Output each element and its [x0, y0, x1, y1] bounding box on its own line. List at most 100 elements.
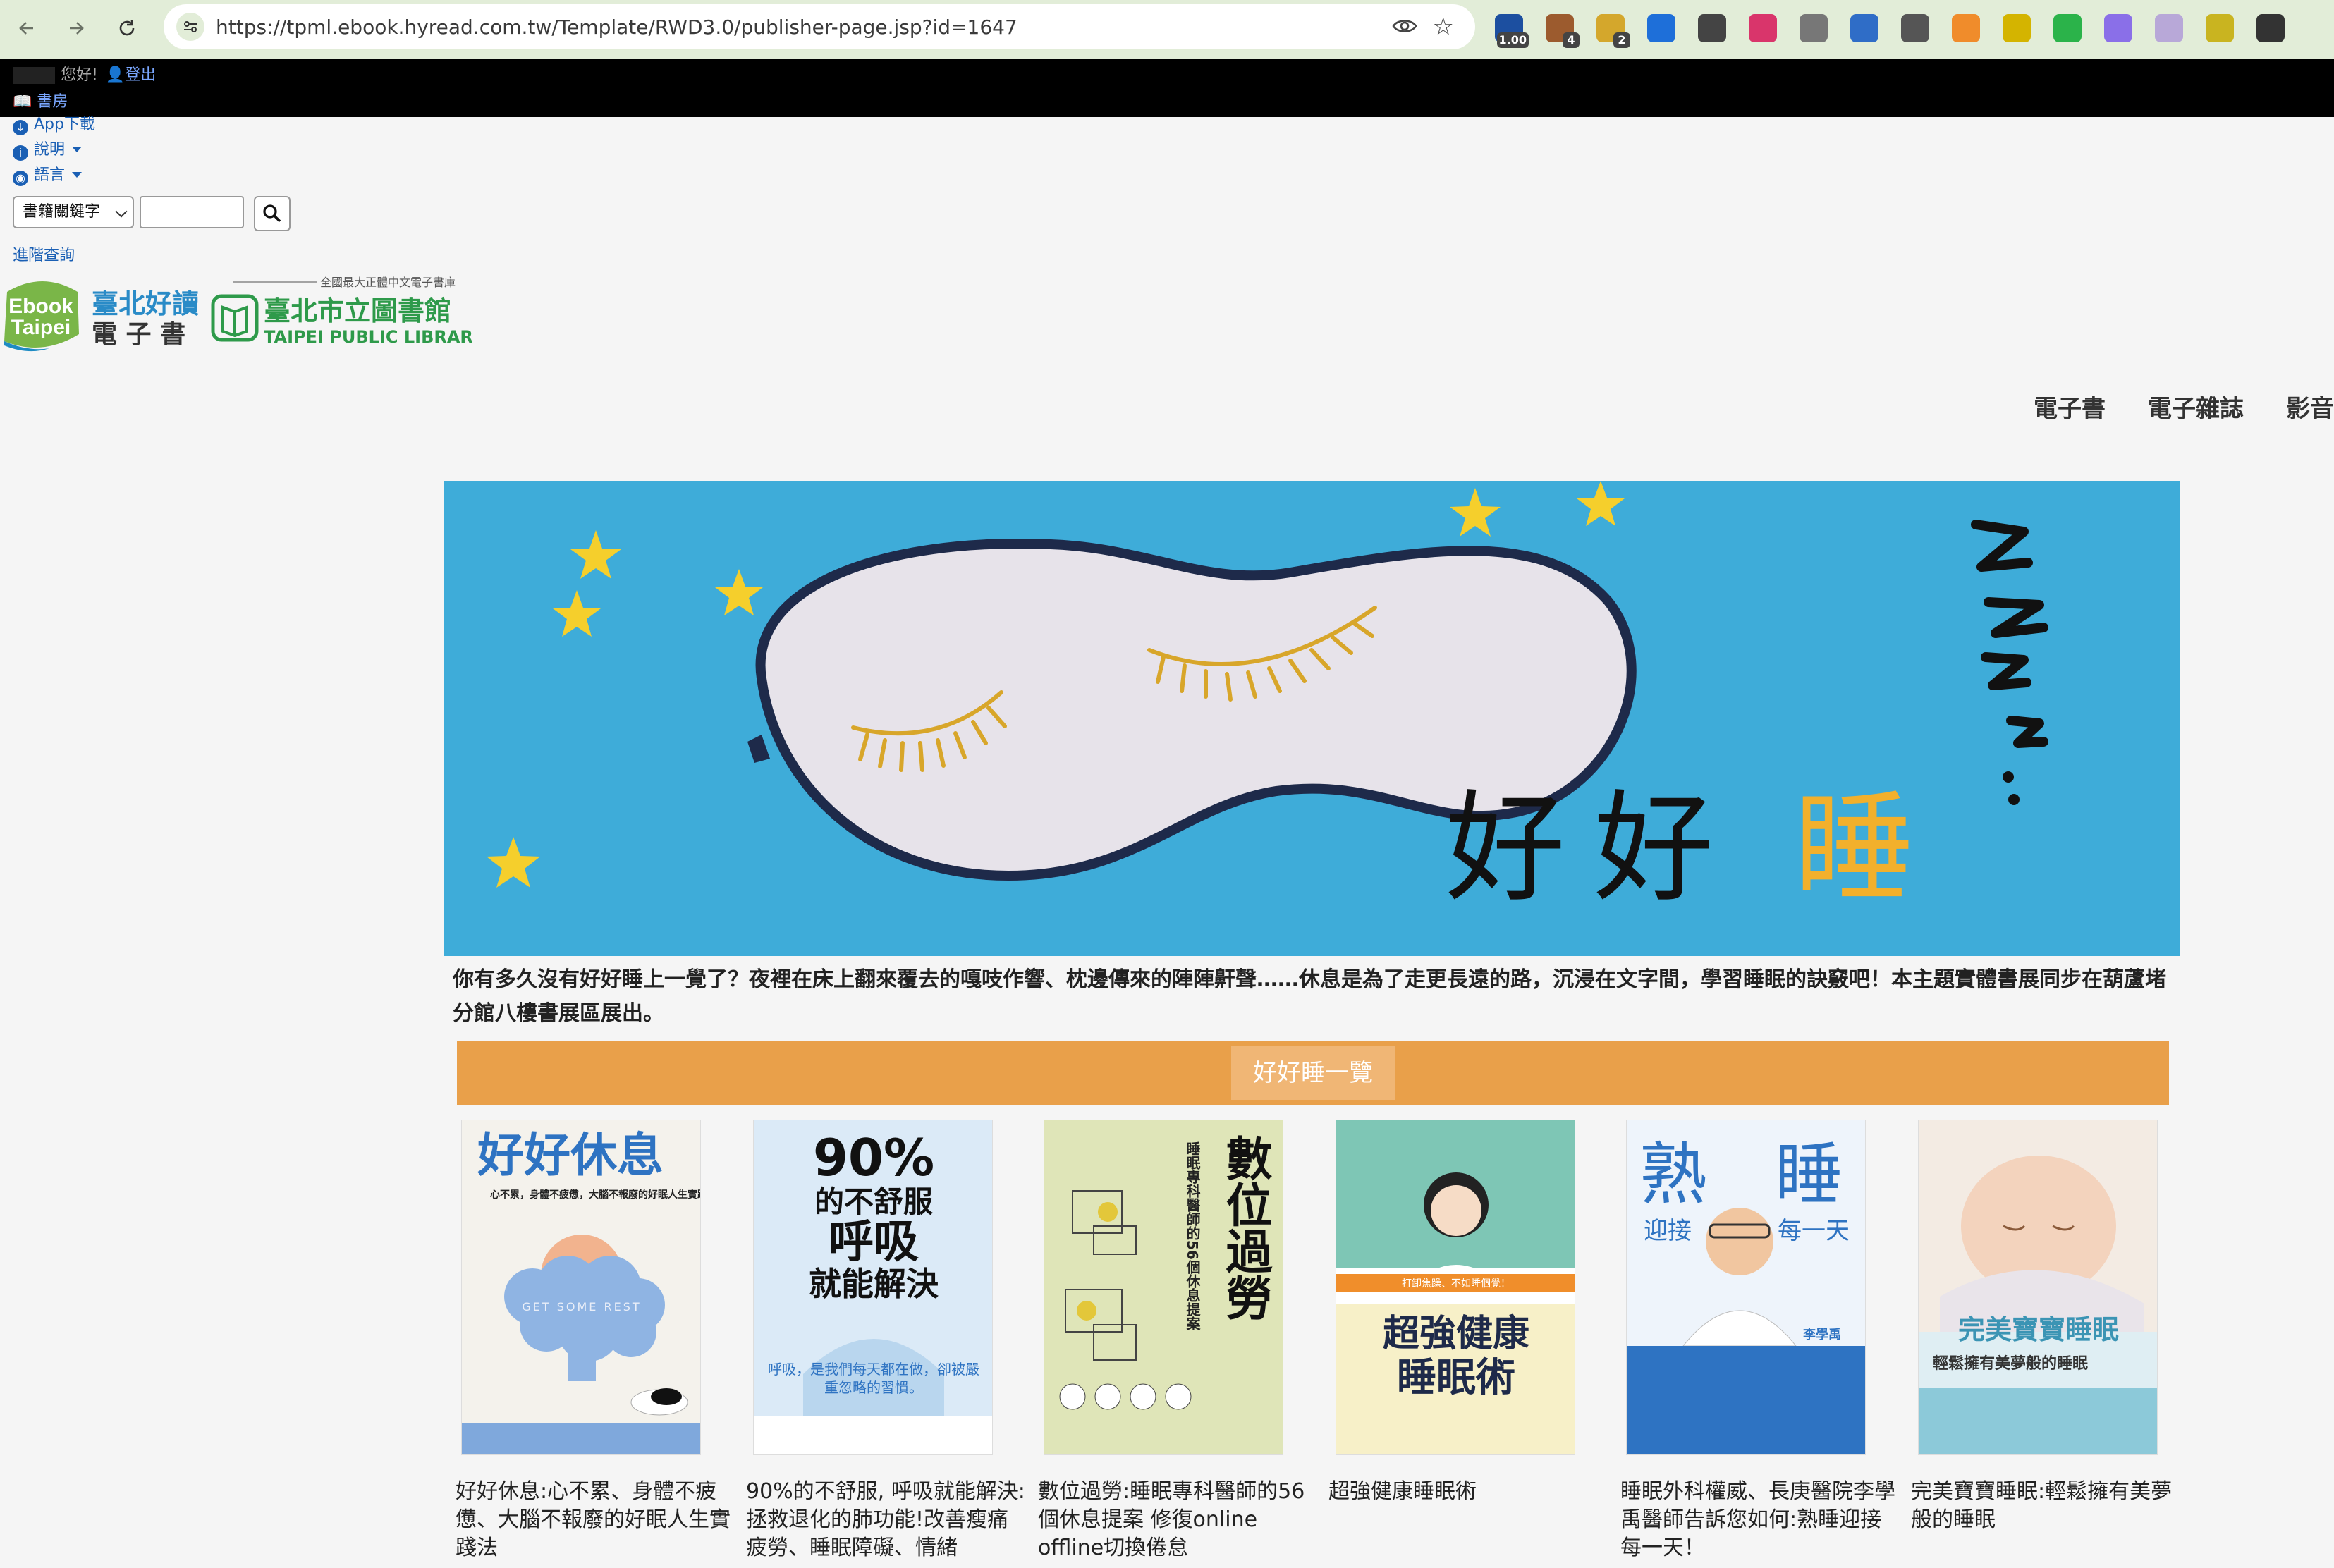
- site-settings-icon[interactable]: [176, 13, 204, 41]
- search-icon: [263, 204, 281, 223]
- svg-text:Taipei: Taipei: [11, 316, 71, 339]
- chevron-down-icon: [115, 205, 128, 218]
- theme-description: 你有多久沒有好好睡上一覺了？夜裡在床上翻來覆去的嘎吱作響、枕邊傳來的陣陣鼾聲………: [453, 967, 2166, 1026]
- zzz-icon: [1971, 520, 2048, 748]
- star-icon: [570, 530, 621, 579]
- extension-badge: 4: [1563, 32, 1580, 48]
- forward-icon[interactable]: [61, 13, 92, 44]
- star-icon: [487, 837, 540, 888]
- extension-badge: 2: [1613, 32, 1630, 48]
- svg-text:迎接: 迎接: [1644, 1217, 1692, 1245]
- language-dropdown[interactable]: ◉ 語言: [13, 162, 83, 186]
- translate-icon[interactable]: [1749, 14, 1777, 42]
- svg-text:輕鬆擁有美夢般的睡眠: 輕鬆擁有美夢般的睡眠: [1933, 1354, 2088, 1373]
- book-cover-5[interactable]: 熟 睡 迎接 每一天 李學禹: [1626, 1120, 1866, 1455]
- svg-text:90%: 90%: [813, 1128, 934, 1187]
- svg-text:李學禹: 李學禹: [1802, 1328, 1841, 1342]
- copy-icon[interactable]: [1901, 14, 1929, 42]
- book-title-6[interactable]: 完美寶寶睡眠:輕鬆擁有美夢般的睡眠: [1911, 1478, 2193, 1534]
- search-input[interactable]: [140, 196, 244, 228]
- video-speed-icon[interactable]: 1.00: [1495, 14, 1529, 48]
- caret-down-icon: [72, 172, 83, 178]
- browser-toolbar: https://tpml.ebook.hyread.com.tw/Templat…: [0, 0, 2334, 59]
- svg-text:臺北市立圖書館: 臺北市立圖書館: [264, 295, 451, 326]
- markdown-icon[interactable]: [1698, 14, 1726, 42]
- svg-text:熟: 熟: [1639, 1135, 1707, 1214]
- book-title-1[interactable]: 好好休息:心不累、身體不疲憊、大腦不報廢的好眠人生實踐法: [456, 1478, 738, 1562]
- star-icon: [1577, 481, 1625, 526]
- nav-item-0[interactable]: 電子書: [2034, 389, 2106, 424]
- info-icon: i: [13, 145, 28, 161]
- theme-banner: 好好 睡: [444, 481, 2180, 956]
- tray-icon[interactable]: [2206, 14, 2234, 42]
- svg-text:呼吸: 呼吸: [829, 1216, 919, 1268]
- bookshelf-link[interactable]: 📖 書房: [13, 89, 68, 111]
- globe-icon: ◉: [13, 171, 28, 186]
- download-icon[interactable]: [1647, 14, 1675, 42]
- advanced-search-link[interactable]: 進階查詢: [13, 243, 75, 265]
- svg-text:好好: 好好: [1446, 779, 1742, 919]
- star-icon: [553, 590, 601, 637]
- book-title-3[interactable]: 數位過勞:睡眠專科醫師的56個休息提案 修復online offline切換倦怠: [1038, 1478, 1320, 1562]
- book-cover-3[interactable]: 數位過勞 睡眠專科醫師的56個休息提案: [1044, 1120, 1283, 1455]
- svg-text:每一天: 每一天: [1778, 1217, 1850, 1245]
- svg-text:睡眠術: 睡眠術: [1397, 1355, 1515, 1401]
- top-bar: 您好! 👤登出 📖 書房: [0, 59, 2334, 117]
- svg-text:完美寶寶睡眠: 完美寶寶睡眠: [1958, 1313, 2119, 1345]
- library-logo[interactable]: 全國最大正體中文電子書庫 臺北好讀 電 子 書 臺北市立圖書館 TAIPEI P…: [92, 275, 472, 353]
- grammar-icon[interactable]: [2053, 14, 2082, 42]
- book-cover-6[interactable]: 完美寶寶睡眠 輕鬆擁有美夢般的睡眠: [1918, 1120, 2158, 1455]
- book-cover-2[interactable]: 90% 的不舒服 呼吸 就能解決 呼吸，是我們每天都在做，卻被嚴重忽略的習慣。: [753, 1120, 993, 1455]
- n-extension-icon[interactable]: [2003, 14, 2031, 42]
- ebook-taipei-logo[interactable]: Ebook Taipei: [0, 278, 83, 355]
- eye-icon[interactable]: [1392, 16, 1417, 39]
- svg-text:電 子 書: 電 子 書: [92, 320, 185, 349]
- book-title-2[interactable]: 90%的不舒服, 呼吸就能解決:拯救退化的肺功能!改善瘦痛疲勞、睡眠障礙、情緒: [746, 1478, 1028, 1562]
- back-icon[interactable]: [11, 13, 42, 44]
- app-download-link[interactable]: ↓ App下載: [13, 111, 95, 135]
- book-cover-4[interactable]: 打卸焦躁、不如睡個覺！ 超強健康 睡眠術: [1336, 1120, 1575, 1455]
- address-bar[interactable]: https://tpml.ebook.hyread.com.tw/Templat…: [164, 4, 1475, 49]
- tab-folder-icon[interactable]: 2: [1596, 14, 1630, 48]
- layers-icon[interactable]: [1800, 14, 1828, 42]
- svg-text:全國最大正體中文電子書庫: 全國最大正體中文電子書庫: [320, 276, 456, 289]
- svg-text:睡眠專科醫師的56個休息提案: 睡眠專科醫師的56個休息提案: [1184, 1141, 1201, 1330]
- book-title-4[interactable]: 超強健康睡眠術: [1328, 1478, 1611, 1506]
- search-q-icon[interactable]: [1952, 14, 1980, 42]
- nav-item-1[interactable]: 電子雜誌: [2148, 389, 2244, 424]
- svg-text:睡: 睡: [1775, 1135, 1843, 1214]
- document-icon[interactable]: [1850, 14, 1878, 42]
- svg-text:好好休息: 好好休息: [477, 1128, 664, 1182]
- book-title-5[interactable]: 睡眠外科權威、長庚醫院李學禹醫師告訴您如何:熟睡迎接每一天！: [1620, 1478, 1902, 1562]
- star-icon: [1450, 488, 1501, 537]
- svg-text:的不舒服: 的不舒服: [814, 1184, 933, 1219]
- svg-text:心不累，身體不疲憊，大腦不報廢的好眠人生實踐法: 心不累，身體不疲憊，大腦不報廢的好眠人生實踐法: [490, 1189, 701, 1201]
- shield-icon[interactable]: [2155, 14, 2183, 42]
- section-title: 好好睡一覽: [1231, 1046, 1395, 1100]
- username-redacted: [13, 67, 55, 84]
- book-cover-1[interactable]: 好好休息 心不累，身體不疲憊，大腦不報廢的好眠人生實踐法 GET SOME RE…: [461, 1120, 701, 1455]
- bookmark-star-icon[interactable]: ☆: [1433, 13, 1454, 41]
- help-dropdown[interactable]: i 說明: [13, 137, 83, 161]
- svg-text:就能解決: 就能解決: [809, 1265, 939, 1303]
- search-type-select[interactable]: 書籍關鍵字: [13, 196, 134, 228]
- search-button[interactable]: [254, 196, 291, 231]
- cookie-icon[interactable]: 4: [1546, 14, 1580, 48]
- reload-icon[interactable]: [111, 13, 142, 44]
- nav-item-2[interactable]: 影音: [2286, 389, 2334, 424]
- greeting: 您好! 👤登出: [13, 62, 156, 85]
- svg-text:TAIPEI PUBLIC LIBRARY: TAIPEI PUBLIC LIBRARY: [264, 327, 472, 347]
- sleep-mask-illustration: 好好 睡: [487, 481, 2048, 919]
- url-text: https://tpml.ebook.hyread.com.tw/Templat…: [216, 16, 1018, 39]
- svg-text:超強健康: 超強健康: [1383, 1313, 1529, 1355]
- section-header: 好好睡一覽: [457, 1041, 2169, 1105]
- svg-text:臺北好讀: 臺北好讀: [92, 288, 199, 319]
- logout-link[interactable]: 👤登出: [106, 66, 156, 84]
- puzzle-icon[interactable]: [2256, 14, 2285, 42]
- download-icon: ↓: [13, 120, 28, 135]
- wizard-icon[interactable]: [2104, 14, 2132, 42]
- svg-text:GET SOME REST: GET SOME REST: [522, 1300, 641, 1313]
- caret-down-icon: [72, 147, 83, 152]
- svg-text:Ebook: Ebook: [8, 295, 73, 318]
- extension-badge: 1.00: [1496, 32, 1529, 48]
